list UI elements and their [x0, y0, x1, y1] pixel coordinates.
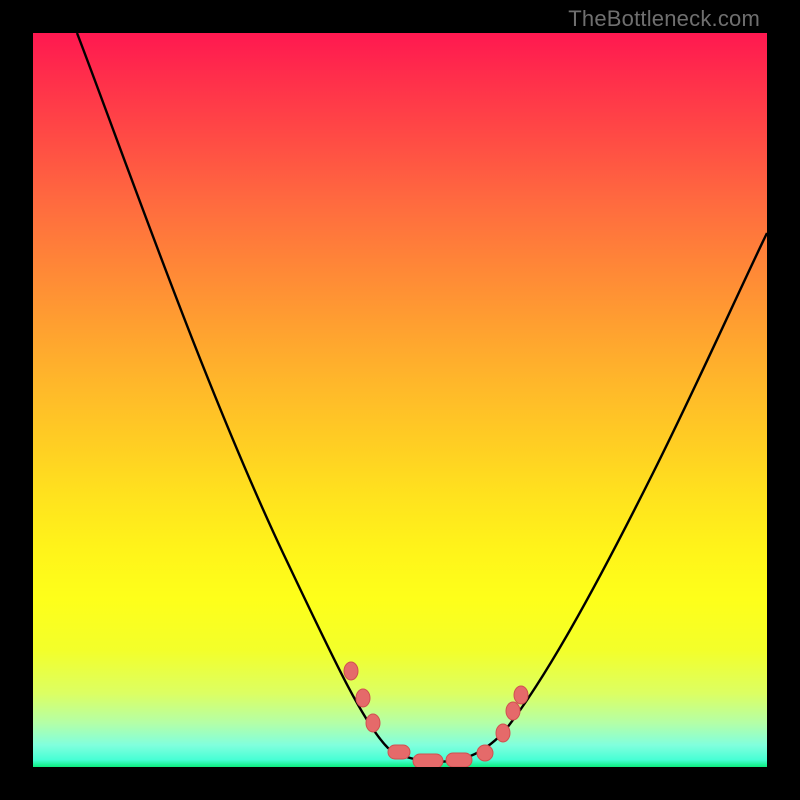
- marker-group: [344, 662, 528, 767]
- marker-dot: [366, 714, 380, 732]
- chart-plot-area: [33, 33, 767, 767]
- marker-dot: [344, 662, 358, 680]
- watermark-text: TheBottleneck.com: [568, 6, 760, 32]
- bottleneck-curve-right: [433, 233, 767, 762]
- marker-dot: [514, 686, 528, 704]
- marker-dot: [356, 689, 370, 707]
- marker-dot: [477, 745, 493, 761]
- marker-pill: [446, 753, 472, 767]
- marker-pill: [388, 745, 410, 759]
- bottleneck-curve-left: [77, 33, 443, 762]
- marker-dot: [496, 724, 510, 742]
- chart-curve-layer: [33, 33, 767, 767]
- marker-dot: [506, 702, 520, 720]
- marker-pill: [413, 754, 443, 767]
